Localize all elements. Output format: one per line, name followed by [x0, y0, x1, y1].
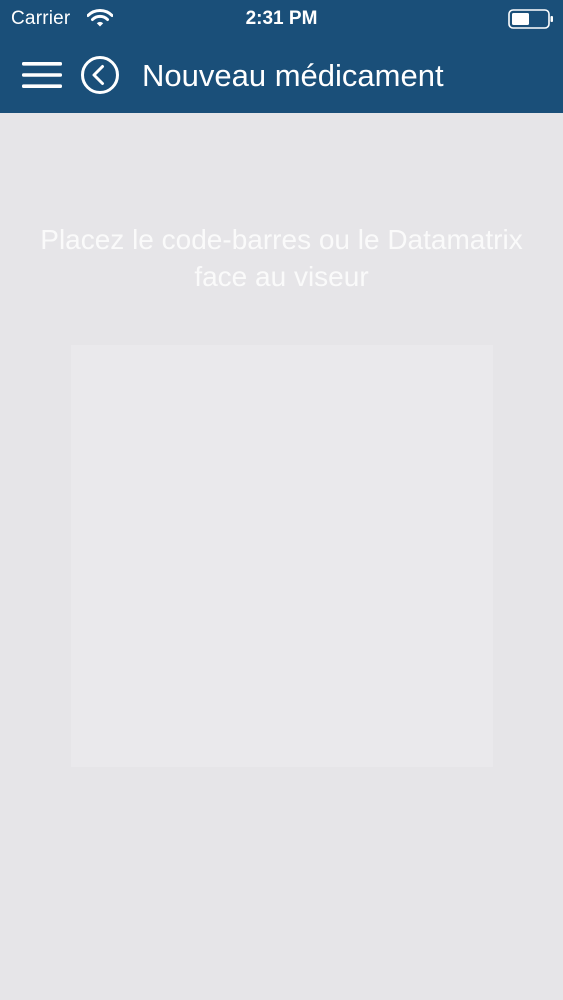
scanner-viewfinder [71, 345, 493, 767]
back-icon[interactable] [80, 55, 120, 95]
app-screen: Carrier 2:31 PM Nouveau médicament Place… [0, 0, 563, 1000]
scan-instruction: Placez le code-barres ou le Datamatrix f… [40, 224, 523, 292]
navigation-bar: Nouveau médicament [0, 38, 563, 113]
menu-icon[interactable] [22, 58, 62, 92]
barcode-scanner-view: Placez le code-barres ou le Datamatrix f… [0, 113, 563, 1000]
app-header: Carrier 2:31 PM Nouveau médicament [0, 0, 563, 113]
status-bar: Carrier 2:31 PM [0, 0, 563, 38]
battery-icon [508, 9, 553, 29]
status-time: 2:31 PM [245, 8, 318, 29]
page-title: Nouveau médicament [142, 58, 444, 93]
